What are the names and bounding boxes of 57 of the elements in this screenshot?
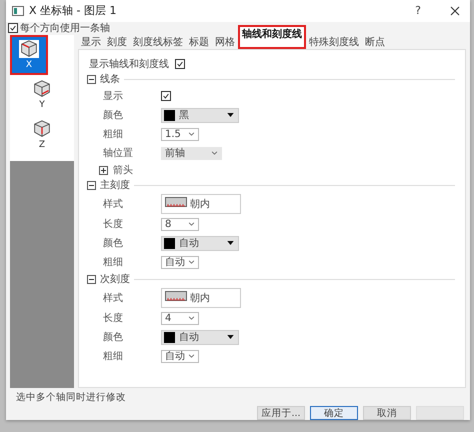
dropdown-value: 8 xyxy=(165,218,172,230)
field-label: 样式 xyxy=(103,198,124,211)
group-label: 箭头 xyxy=(113,164,133,178)
status-text: 选中多个轴同时进行修改 xyxy=(15,390,127,405)
tab[interactable]: 刻度 xyxy=(104,34,130,49)
tab[interactable]: 标题 xyxy=(186,34,212,49)
dropdown[interactable]: 自动 xyxy=(161,350,199,363)
field-label: 颜色 xyxy=(103,330,124,344)
dropdown[interactable]: 1.5 xyxy=(161,128,199,141)
dropdown-value: 自动 xyxy=(179,331,200,344)
dropdown-value: 自动 xyxy=(165,350,186,364)
field-label: 粗细 xyxy=(103,128,124,142)
tab[interactable]: 断点 xyxy=(362,34,388,49)
tick-style-dropdown[interactable]: 朝内 xyxy=(161,194,241,214)
color-dropdown[interactable]: 黑 xyxy=(161,108,239,123)
field-label: 粗细 xyxy=(103,350,124,364)
dropdown-value: 4 xyxy=(165,312,172,324)
axis-item[interactable]: Z xyxy=(10,114,74,155)
dropdown-value: 自动 xyxy=(179,237,200,250)
tab[interactable]: 轴线和刻度线 xyxy=(238,24,306,49)
color-dropdown[interactable]: 自动 xyxy=(161,330,239,345)
axis-item[interactable]: X xyxy=(10,34,48,75)
dropdown-value: 前轴 xyxy=(165,146,186,160)
field-label: 长度 xyxy=(103,312,124,326)
section-title: 主刻度 xyxy=(100,178,130,192)
dropdown[interactable]: 前轴 xyxy=(161,146,222,160)
tick-style-dropdown[interactable]: 朝内 xyxy=(161,288,241,308)
field-label: 颜色 xyxy=(103,236,124,250)
dropdown[interactable]: 8 xyxy=(161,218,199,231)
dropdown-value: 1.5 xyxy=(165,128,182,140)
dropdown[interactable]: 4 xyxy=(161,312,199,325)
help-button[interactable]: ? xyxy=(415,4,421,18)
window-title: X 坐标轴 - 图层 1 xyxy=(29,3,116,18)
tab[interactable]: 特殊刻度线 xyxy=(306,34,362,49)
field-label: 显示 xyxy=(103,90,124,104)
dropdown-value: 朝内 xyxy=(190,292,211,305)
tab[interactable]: 显示 xyxy=(78,34,104,49)
color-dropdown[interactable]: 自动 xyxy=(161,236,239,251)
section-title: 线条 xyxy=(100,72,120,86)
dropdown-value: 朝内 xyxy=(190,198,211,211)
dialog-button[interactable]: 确定 xyxy=(310,406,358,420)
axis-item[interactable]: Y xyxy=(10,74,74,115)
field-label: 样式 xyxy=(103,292,124,305)
dialog-button[interactable]: 取消 xyxy=(363,406,411,420)
field-label: 粗细 xyxy=(103,256,124,270)
field-label: 颜色 xyxy=(103,108,124,122)
tab[interactable]: 刻度线标签 xyxy=(130,34,186,49)
field-label: 轴位置 xyxy=(103,146,134,160)
field-label: 长度 xyxy=(103,218,124,232)
section-title: 次刻度 xyxy=(100,272,130,286)
checkbox-label: 每个方向使用一条轴 xyxy=(20,22,110,36)
dropdown-value: 自动 xyxy=(165,256,186,270)
tab[interactable]: 网格 xyxy=(212,34,238,49)
dropdown[interactable]: 自动 xyxy=(161,256,199,269)
dialog-button[interactable]: 应用于... xyxy=(257,406,305,420)
checkbox-label: 显示轴线和刻度线 xyxy=(89,58,169,71)
dropdown-value: 黑 xyxy=(179,109,190,122)
